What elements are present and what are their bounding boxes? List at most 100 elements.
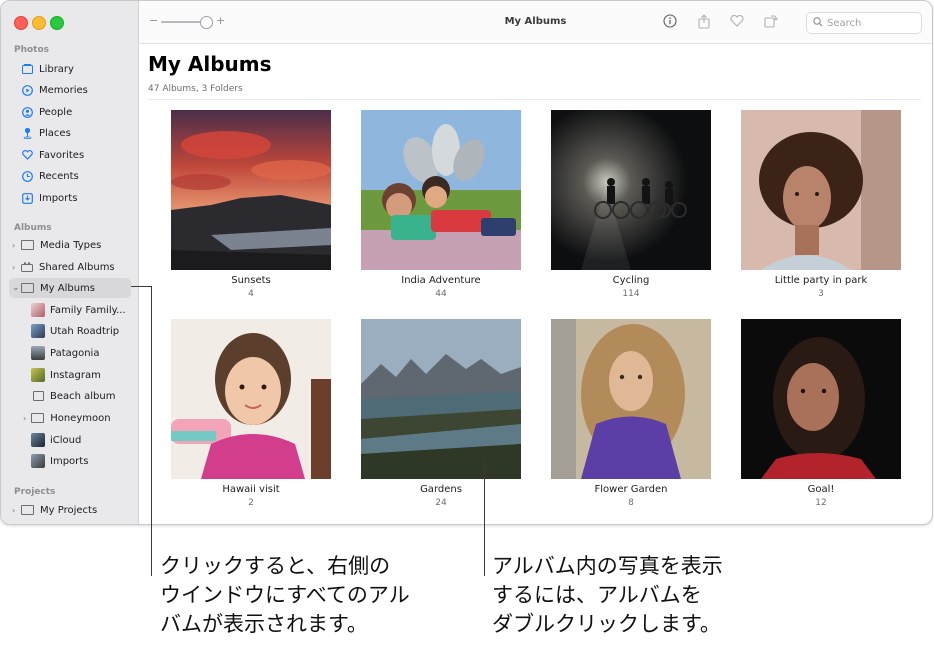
sidebar-item-my-projects[interactable]: › My Projects — [9, 500, 131, 520]
album-tile-flower-garden[interactable]: Flower Garden 8 — [551, 319, 711, 508]
album-count: 8 — [628, 498, 634, 508]
sidebar-subitem-honeymoon[interactable]: › Honeymoon — [23, 408, 111, 428]
callout-line: アルバム内の写真を表示 — [492, 554, 723, 578]
album-tile-little-party-in-park[interactable]: Little party in park 3 — [741, 110, 901, 299]
folder-icon — [21, 505, 34, 515]
album-name: Hawaii visit — [222, 484, 280, 495]
section-header-projects: Projects — [14, 487, 56, 497]
sidebar-item-people[interactable]: People — [9, 102, 131, 122]
section-header-albums: Albums — [14, 223, 52, 233]
rotate-icon[interactable] — [763, 13, 779, 29]
people-icon — [21, 106, 33, 118]
album-cover-photo — [171, 319, 331, 479]
search-input[interactable]: Search — [806, 12, 922, 34]
info-icon[interactable] — [662, 13, 678, 29]
sidebar-item-label: Recents — [39, 170, 79, 182]
sidebar-item-my-albums[interactable]: ⌄ My Albums — [9, 278, 131, 298]
search-icon — [813, 16, 823, 30]
sidebar-subitem-patagonia[interactable]: Patagonia — [31, 343, 99, 363]
callout-line: するには、アルバムを — [492, 583, 702, 607]
callout-text-left: クリックすると、右側の ウインドウにすべてのアル バムが表示されます。 — [160, 552, 410, 639]
sidebar-item-media-types[interactable]: › Media Types — [9, 235, 131, 255]
sidebar-item-places[interactable]: Places — [9, 123, 131, 143]
toolbar: − + My Albums Search — [139, 1, 932, 44]
album-name: Gardens — [420, 484, 462, 495]
sidebar-item-label: Library — [39, 63, 74, 75]
album-thumbnail — [31, 454, 45, 468]
chevron-right-icon[interactable]: › — [12, 241, 15, 250]
heart-icon — [21, 149, 33, 161]
sidebar-item-label: Imports — [50, 455, 89, 467]
sidebar-subitem-instagram[interactable]: Instagram — [31, 365, 101, 385]
sidebar-subitem-icloud[interactable]: iCloud — [31, 430, 81, 450]
sidebar-item-label: Patagonia — [50, 347, 100, 359]
page-subtitle: 47 Albums, 3 Folders — [148, 84, 243, 94]
sidebar-subitem-family[interactable]: Family Family... — [31, 300, 126, 320]
close-button[interactable] — [14, 16, 28, 30]
album-cover-photo — [551, 110, 711, 270]
sidebar: Photos Library Memories People Places Fa… — [1, 1, 139, 524]
zoom-button[interactable] — [50, 16, 64, 30]
sidebar-subitem-utah-roadtrip[interactable]: Utah Roadtrip — [31, 321, 119, 341]
callout-line: ダブルクリックします。 — [492, 612, 721, 636]
album-cover-photo — [741, 319, 901, 479]
sidebar-item-label: Beach album — [50, 390, 116, 402]
album-tile-cycling[interactable]: Cycling 114 — [551, 110, 711, 299]
sidebar-item-recents[interactable]: Recents — [9, 166, 131, 186]
folder-icon — [21, 283, 34, 293]
album-tile-goal[interactable]: Goal! 12 — [741, 319, 901, 508]
album-count: 3 — [818, 289, 824, 299]
library-icon — [21, 63, 33, 75]
callout-line: ウインドウにすべてのアル — [160, 583, 410, 607]
album-name: Cycling — [612, 275, 650, 286]
sidebar-item-shared-albums[interactable]: › Shared Albums — [9, 257, 131, 277]
sidebar-item-label: Family Family... — [50, 304, 126, 316]
sidebar-item-label: Favorites — [39, 149, 85, 161]
chevron-right-icon[interactable]: › — [12, 263, 15, 272]
callout-line: バムが表示されます。 — [160, 612, 368, 636]
album-empty-icon — [33, 391, 44, 401]
album-thumbnail — [31, 303, 45, 317]
album-name: Little party in park — [774, 275, 868, 286]
photos-window: Photos Library Memories People Places Fa… — [0, 0, 933, 525]
sidebar-item-label: Honeymoon — [50, 412, 111, 424]
album-name: India Adventure — [401, 275, 481, 286]
sidebar-item-memories[interactable]: Memories — [9, 80, 131, 100]
sidebar-item-imports[interactable]: Imports — [9, 188, 131, 208]
album-cover-photo — [741, 110, 901, 270]
album-cover-photo — [551, 319, 711, 479]
sidebar-subitem-imports[interactable]: Imports — [31, 451, 88, 471]
sidebar-subitem-beach-album[interactable]: Beach album — [31, 386, 116, 406]
heart-icon[interactable] — [729, 13, 745, 29]
callout-leader-left-vertical — [151, 286, 152, 576]
minimize-button[interactable] — [32, 16, 46, 30]
album-count: 44 — [435, 289, 447, 299]
sidebar-item-library[interactable]: Library — [9, 59, 131, 79]
album-count: 24 — [435, 498, 447, 508]
memories-icon — [21, 84, 33, 96]
album-count: 12 — [815, 498, 827, 508]
section-header-photos: Photos — [14, 45, 50, 55]
album-count: 114 — [622, 289, 640, 299]
page-title: My Albums — [148, 52, 272, 76]
sidebar-item-label: My Projects — [40, 504, 98, 516]
chevron-down-icon[interactable]: ⌄ — [12, 283, 20, 293]
sidebar-item-favorites[interactable]: Favorites — [9, 145, 131, 165]
shared-albums-icon — [21, 261, 33, 273]
album-tile-hawaii-visit[interactable]: Hawaii visit 2 — [171, 319, 331, 508]
search-placeholder: Search — [827, 17, 862, 29]
album-name: Flower Garden — [594, 484, 668, 495]
share-icon[interactable] — [696, 13, 712, 29]
album-cover-photo — [171, 110, 331, 270]
sidebar-item-label: Places — [39, 127, 71, 139]
album-tile-gardens[interactable]: Gardens 24 — [361, 319, 521, 508]
chevron-right-icon[interactable]: › — [23, 414, 26, 423]
album-tile-india-adventure[interactable]: India Adventure 44 — [361, 110, 521, 299]
sidebar-item-label: Instagram — [50, 369, 101, 381]
folder-icon — [31, 413, 45, 423]
chevron-right-icon[interactable]: › — [12, 506, 15, 515]
callout-line: クリックすると、右側の — [160, 554, 391, 578]
album-thumbnail — [31, 346, 45, 360]
sidebar-item-label: People — [39, 106, 73, 118]
album-tile-sunsets[interactable]: Sunsets 4 — [171, 110, 331, 299]
